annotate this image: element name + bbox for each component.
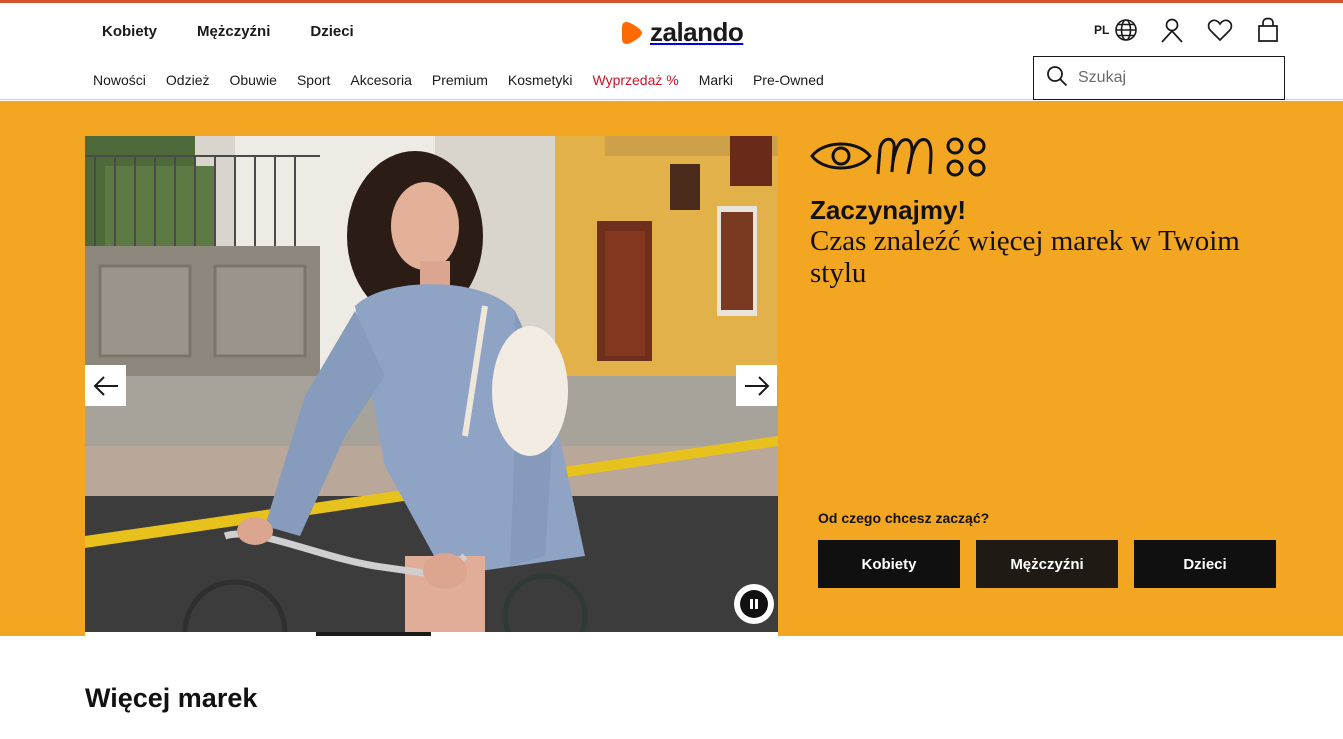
gender-tab-kids[interactable]: Dzieci — [310, 23, 353, 40]
carousel-next-button[interactable] — [736, 365, 777, 406]
hero-kids-button[interactable]: Dzieci — [1134, 540, 1276, 588]
category-clothing[interactable]: Odzież — [166, 72, 210, 88]
hero-men-button[interactable]: Mężczyźni — [976, 540, 1118, 588]
more-brands-title: Więcej marek — [85, 683, 258, 713]
hero-women-button[interactable]: Kobiety — [818, 540, 960, 588]
hero-subtitle: Czas znaleźć więcej marek w Twoim stylu — [810, 225, 1240, 289]
category-shoes[interactable]: Obuwie — [229, 72, 276, 88]
hero-question: Od czego chcesz zacząć? — [818, 510, 990, 526]
header-tools: PL — [1094, 17, 1281, 43]
hero-photo[interactable] — [85, 136, 778, 632]
search-icon — [1046, 65, 1068, 92]
arrow-left-icon — [93, 375, 118, 396]
globe-icon[interactable] — [1113, 17, 1139, 43]
gender-tab-men[interactable]: Mężczyźni — [197, 23, 270, 40]
loops-icon — [876, 137, 933, 175]
circles-icon — [946, 137, 986, 177]
arrow-right-icon — [744, 375, 769, 396]
hero-title: Zaczynajmy! — [810, 195, 967, 225]
heart-icon[interactable] — [1207, 17, 1233, 43]
hero-banner: Zaczynajmy! Czas znaleźć więcej marek w … — [0, 101, 1343, 636]
gender-nav: Kobiety Mężczyźni Dzieci — [102, 23, 394, 40]
pause-icon — [740, 590, 768, 618]
category-accessories[interactable]: Akcesoria — [350, 72, 411, 88]
category-new[interactable]: Nowości — [93, 72, 146, 88]
hero-gender-buttons: Kobiety Mężczyźni Dzieci — [818, 540, 1292, 588]
carousel-progress-indicator — [316, 632, 431, 636]
category-premium[interactable]: Premium — [432, 72, 488, 88]
search-input[interactable] — [1078, 69, 1258, 87]
category-pre-owned[interactable]: Pre-Owned — [753, 72, 824, 88]
hero-decoration — [810, 134, 990, 185]
carousel-pause-button[interactable] — [734, 584, 774, 624]
category-brands[interactable]: Marki — [699, 72, 733, 88]
category-sale[interactable]: Wyprzedaż % — [592, 72, 678, 88]
category-nav: Nowości Odzież Obuwie Sport Akcesoria Pr… — [93, 72, 844, 88]
user-icon[interactable] — [1159, 17, 1185, 43]
category-cosmetics[interactable]: Kosmetyki — [508, 72, 573, 88]
category-sport[interactable]: Sport — [297, 72, 330, 88]
language-label[interactable]: PL — [1094, 23, 1109, 37]
logo-play-icon — [622, 21, 642, 44]
site-header: Kobiety Mężczyźni Dzieci zalando PL Nowo… — [0, 3, 1343, 100]
logo-text: zalando — [650, 17, 744, 47]
bag-icon[interactable] — [1255, 17, 1281, 43]
gender-tab-women[interactable]: Kobiety — [102, 23, 157, 40]
zalando-logo[interactable]: zalando — [621, 17, 744, 48]
eye-icon — [810, 142, 872, 170]
search-box[interactable] — [1033, 56, 1285, 100]
carousel-prev-button[interactable] — [85, 365, 126, 406]
carousel-progress — [85, 632, 778, 636]
